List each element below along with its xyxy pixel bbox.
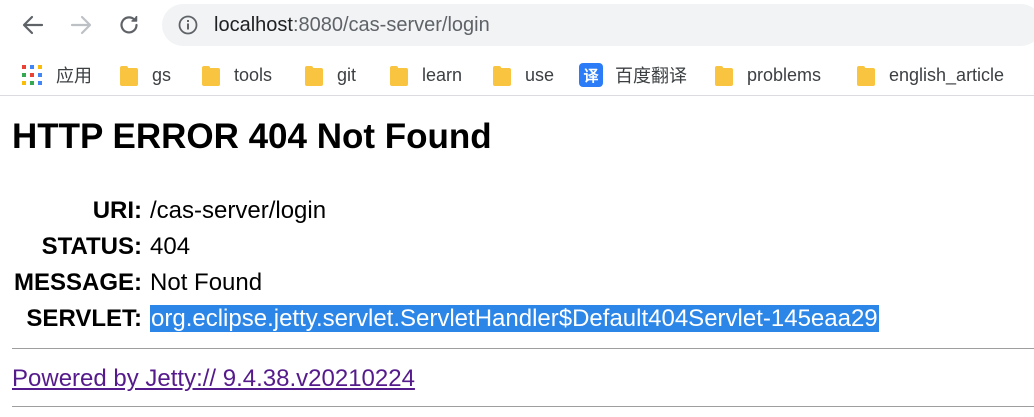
bookmark-use[interactable]: use xyxy=(493,62,554,88)
page-content: HTTP ERROR 404 Not Found URI: /cas-serve… xyxy=(0,97,1034,417)
bookmark-label: use xyxy=(525,64,555,85)
folder-icon xyxy=(305,64,323,86)
error-details-table: URI: /cas-server/login STATUS: 404 MESSA… xyxy=(14,193,879,337)
folder-icon xyxy=(202,64,220,86)
apps-grid-icon xyxy=(22,65,42,85)
page-title: HTTP ERROR 404 Not Found xyxy=(12,117,492,156)
bookmark-label: git xyxy=(337,64,357,85)
bookmarks-bar: 应用 gs tools git learn use 译 百度翻译 problem… xyxy=(0,54,1034,96)
bookmark-label: 百度翻译 xyxy=(615,66,687,86)
url-path: :8080/cas-server/login xyxy=(292,14,490,36)
bookmark-label: english_article xyxy=(889,64,1005,85)
row-key: URI: xyxy=(92,197,143,224)
forward-arrow-icon xyxy=(70,15,92,35)
folder-icon xyxy=(715,64,733,86)
bookmark-label: learn xyxy=(422,64,463,85)
bookmark-learn[interactable]: learn xyxy=(390,62,462,88)
divider xyxy=(12,348,1034,349)
bookmark-label: gs xyxy=(152,64,172,85)
forward-button[interactable] xyxy=(64,8,98,42)
row-key: SERVLET: xyxy=(26,305,143,332)
back-button[interactable] xyxy=(16,8,50,42)
bookmark-git[interactable]: git xyxy=(305,62,356,88)
bookmark-label: problems xyxy=(747,64,822,85)
table-row: STATUS: 404 xyxy=(14,229,879,265)
address-bar[interactable]: localhost:8080/cas-server/login xyxy=(162,4,1034,46)
folder-icon xyxy=(857,64,875,86)
back-arrow-icon xyxy=(22,15,44,35)
browser-toolbar: localhost:8080/cas-server/login xyxy=(0,0,1034,50)
bookmark-problems[interactable]: problems xyxy=(715,62,821,88)
translate-icon: 译 xyxy=(579,63,603,87)
powered-by-link[interactable]: Powered by Jetty:// 9.4.38.v20210224 xyxy=(12,365,415,393)
row-value: Not Found xyxy=(150,269,263,296)
folder-icon xyxy=(493,64,511,86)
row-value: 404 xyxy=(150,233,191,260)
info-icon[interactable] xyxy=(178,15,198,35)
bookmark-apps[interactable]: 应用 xyxy=(22,62,92,88)
folder-icon xyxy=(390,64,408,86)
table-row: MESSAGE: Not Found xyxy=(14,265,879,301)
bookmark-label: tools xyxy=(234,64,273,85)
table-row: SERVLET: org.eclipse.jetty.servlet.Servl… xyxy=(14,301,879,337)
row-key: MESSAGE: xyxy=(14,269,143,296)
bookmark-gs[interactable]: gs xyxy=(120,62,171,88)
selected-servlet-text[interactable]: org.eclipse.jetty.servlet.ServletHandler… xyxy=(150,305,879,332)
divider xyxy=(12,406,1034,407)
table-row: URI: /cas-server/login xyxy=(14,193,879,229)
bookmark-baidu-translate[interactable]: 译 百度翻译 xyxy=(579,62,687,88)
folder-icon xyxy=(120,64,138,86)
bookmark-tools[interactable]: tools xyxy=(202,62,272,88)
row-value: org.eclipse.jetty.servlet.ServletHandler… xyxy=(150,301,879,337)
url-host: localhost xyxy=(214,14,293,36)
url-text[interactable]: localhost:8080/cas-server/login xyxy=(214,14,490,36)
reload-icon xyxy=(120,16,138,34)
bookmark-english-article[interactable]: english_article xyxy=(857,62,1004,88)
row-key: STATUS: xyxy=(41,233,143,260)
reload-button[interactable] xyxy=(112,8,146,42)
bookmark-label: 应用 xyxy=(56,66,92,86)
row-value: /cas-server/login xyxy=(150,197,327,224)
